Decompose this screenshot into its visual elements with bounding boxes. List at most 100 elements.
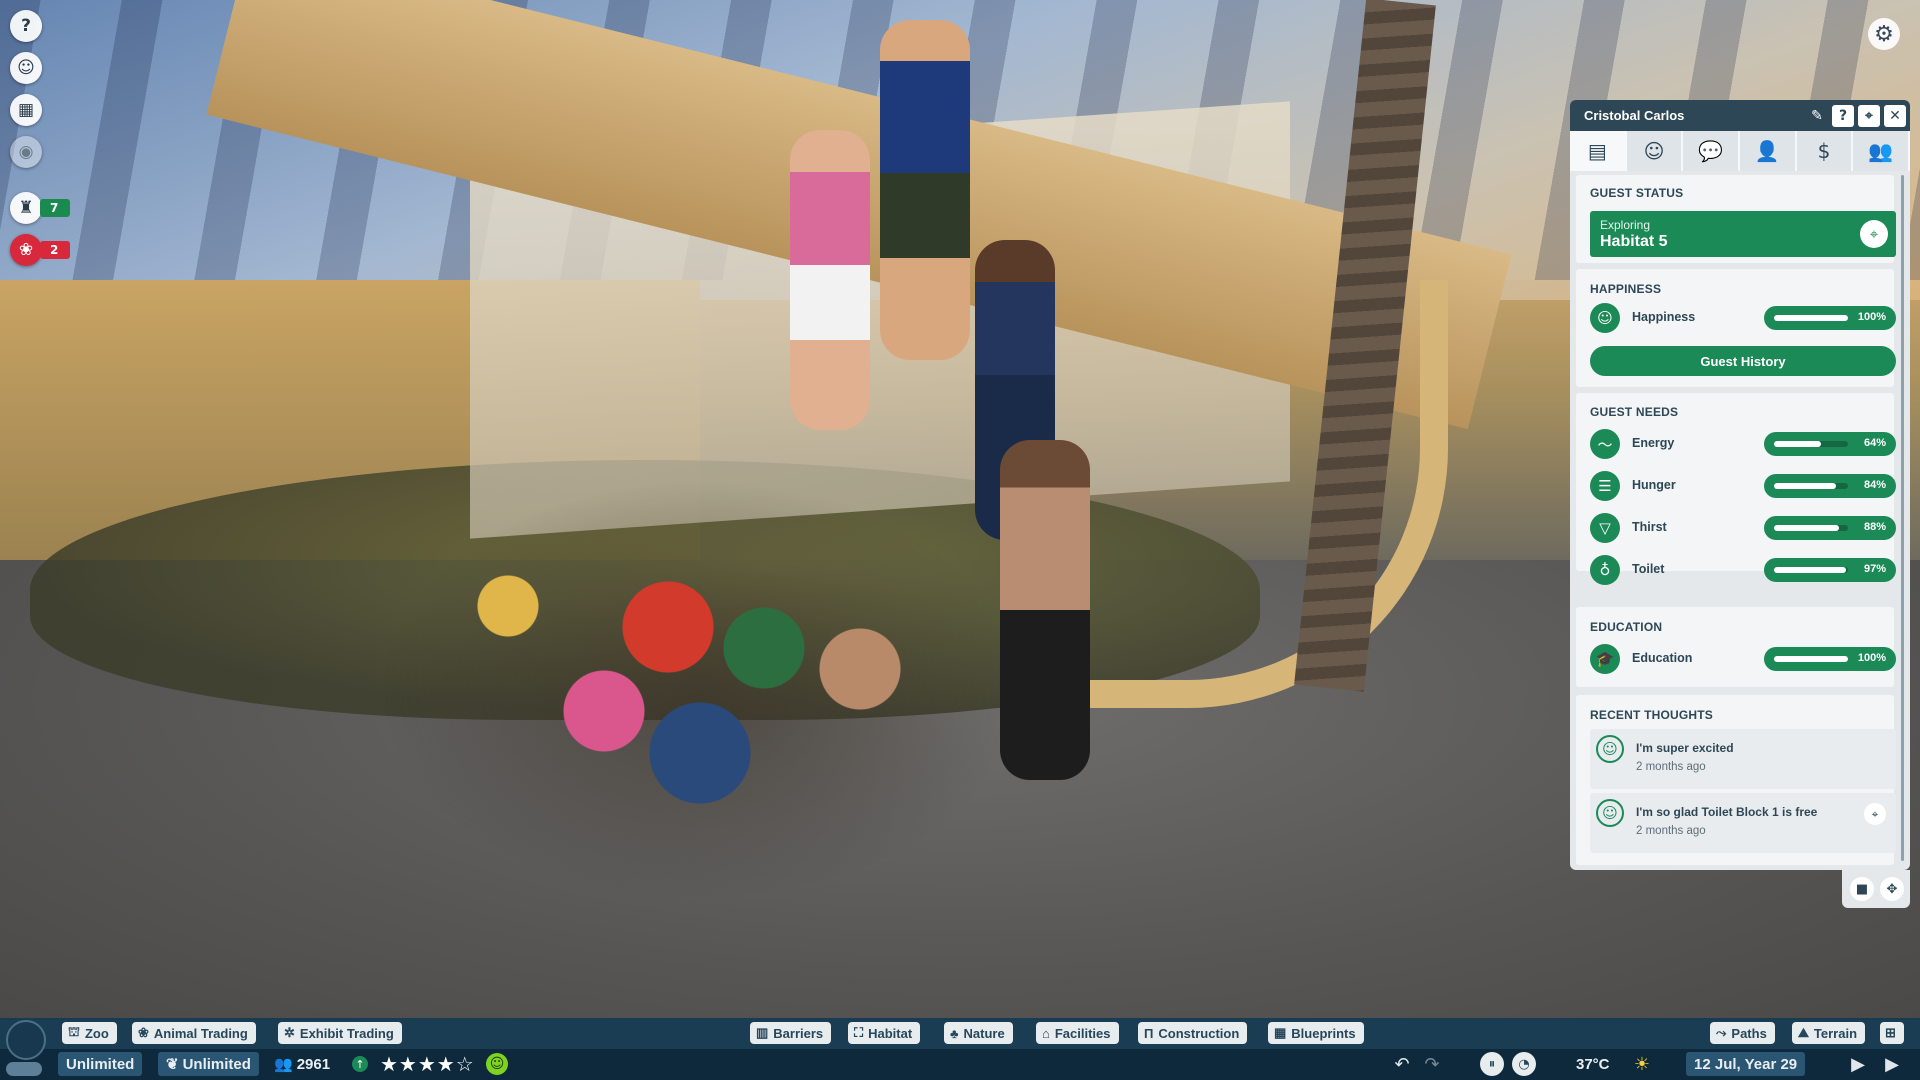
stat-label: Hunger	[1632, 478, 1676, 492]
menu-animal-trading[interactable]: ❀ Animal Trading	[132, 1022, 256, 1044]
thirst-icon: ▽	[1590, 513, 1620, 543]
tab-finances[interactable]: $	[1797, 131, 1854, 171]
money-value: Unlimited	[66, 1055, 135, 1073]
menu-label: Facilities	[1054, 1025, 1111, 1041]
guest-count-display[interactable]: 👥 2961	[274, 1052, 330, 1076]
help-button[interactable]: ?	[10, 10, 42, 42]
menu-label: Exhibit Trading	[299, 1025, 394, 1041]
tab-thoughts[interactable]: 💬	[1683, 131, 1741, 171]
thought-time: 2 months ago	[1636, 761, 1706, 773]
menu-habitat[interactable]: ⛶ Habitat	[848, 1022, 921, 1044]
schedule-button[interactable]: ▦	[10, 94, 42, 126]
menu-facilities[interactable]: ⌂ Facilities	[1036, 1022, 1119, 1044]
zookeeper-button[interactable]: ☺	[10, 52, 42, 84]
menu-construction[interactable]: Π Construction	[1138, 1022, 1248, 1044]
bar-fill	[1774, 525, 1840, 531]
close-icon: ✕	[1889, 107, 1901, 124]
zoo-rating-stars[interactable]: ★★★★☆	[380, 1052, 475, 1076]
bar-fill	[1774, 441, 1822, 447]
question-icon: ?	[1838, 107, 1848, 124]
menu-paths[interactable]: ⤳ Paths	[1710, 1022, 1775, 1044]
stat-label: Toilet	[1632, 562, 1665, 576]
settings-button[interactable]: ⚙	[1868, 18, 1900, 50]
camera-icon: ■	[1855, 881, 1869, 897]
guest-crowd[interactable]	[380, 480, 1020, 900]
spider-icon: ✲	[284, 1025, 295, 1040]
day-cycle-button[interactable]: ◔	[1512, 1052, 1536, 1076]
money-display[interactable]: Unlimited	[58, 1052, 143, 1076]
guest-happiness-smiley-icon[interactable]: ☺	[486, 1053, 508, 1075]
play-speed-button[interactable]: ▶	[1846, 1052, 1870, 1076]
tab-group[interactable]: 👥	[1853, 131, 1911, 171]
help-button[interactable]: ?	[1832, 104, 1854, 127]
thought-text: I'm super excited	[1636, 741, 1734, 755]
move-guest-button[interactable]: ✥	[1880, 877, 1904, 901]
guest-needs-section: GUEST NEEDS 〜 Energy 64% ☰ Hunger 84% ▽	[1576, 393, 1896, 585]
temperature-display: 37°C	[1576, 1052, 1610, 1076]
grid-button[interactable]: ⊞	[1880, 1022, 1904, 1044]
go-to-location-button[interactable]: ⌖	[1860, 220, 1888, 248]
redo-button[interactable]: ↷	[1420, 1052, 1444, 1076]
status-card: Exploring Habitat 5 ⌖	[1590, 211, 1896, 257]
main-menu-button[interactable]	[6, 1020, 46, 1060]
tree-icon: ♣	[950, 1025, 959, 1041]
thirst-bar: 88%	[1764, 516, 1896, 540]
tab-happiness[interactable]: ☺	[1627, 131, 1684, 171]
animal-alert-badge: 2	[40, 241, 70, 259]
star-rating: ★★★★☆	[380, 1052, 475, 1076]
blueprint-icon: ▦	[1274, 1025, 1287, 1040]
undo-button[interactable]: ↶	[1390, 1052, 1414, 1076]
guest-count-value: 2961	[296, 1055, 331, 1073]
menu-terrain[interactable]: ⛰ Terrain	[1792, 1022, 1866, 1044]
guest-info-panel: Cristobal Carlos ✎ ? ⌖ ✕ ▤ ☺ 💬 👤 $ 👥 GUE…	[1570, 100, 1911, 870]
rename-button[interactable]: ✎	[1806, 105, 1828, 127]
menu-barriers[interactable]: ▥ Barriers	[750, 1022, 832, 1044]
section-title: GUEST NEEDS	[1590, 405, 1679, 419]
staff-button[interactable]: ♜	[10, 192, 42, 224]
guest-figure[interactable]	[790, 130, 870, 430]
menu-label: Habitat	[868, 1025, 913, 1041]
menu-exhibit-trading[interactable]: ✲ Exhibit Trading	[278, 1022, 402, 1044]
menu-zoo[interactable]: ⛫ Zoo	[62, 1022, 117, 1044]
locate-button[interactable]: ⌖	[1858, 104, 1880, 127]
staff-icon: ♜	[18, 198, 34, 218]
menu-nature[interactable]: ♣ Nature	[944, 1022, 1013, 1044]
play-icon: ▶	[1851, 1053, 1865, 1075]
thought-locate-button[interactable]: ⌖	[1864, 803, 1886, 825]
location-pin-icon: ⌖	[1865, 107, 1873, 124]
close-button[interactable]: ✕	[1884, 104, 1906, 127]
tab-overview[interactable]: ▤	[1570, 131, 1627, 171]
guest-status-section: GUEST STATUS Exploring Habitat 5 ⌖	[1576, 175, 1896, 263]
grid-icon: ⊞	[1885, 1025, 1896, 1040]
animals-button[interactable]: ❀	[10, 234, 42, 266]
panel-scrollbar[interactable]	[1901, 175, 1904, 861]
thought-text: I'm so glad Toilet Block 1 is free	[1636, 805, 1818, 819]
conservation-credits-display[interactable]: ❦ Unlimited	[158, 1052, 259, 1076]
happiness-bar: 100%	[1764, 306, 1896, 330]
follow-camera-button[interactable]: ■	[1850, 877, 1874, 901]
smiley-icon: ☺	[1643, 139, 1665, 163]
building-icon: ⌂	[1042, 1025, 1050, 1041]
happiness-row: ☺ Happiness 100%	[1590, 301, 1896, 335]
menu-toggle[interactable]	[6, 1062, 42, 1076]
guest-figure[interactable]	[1000, 440, 1090, 780]
date-value: 12 Jul, Year 29	[1694, 1055, 1798, 1073]
location-pin-icon: ⌖	[1871, 806, 1879, 821]
camera-tray: ■ ✥	[1842, 870, 1910, 908]
section-title: HAPPINESS	[1590, 282, 1662, 296]
pause-button[interactable]: ⏸	[1480, 1052, 1504, 1076]
view-button[interactable]: ◉	[10, 136, 42, 168]
guest-figure[interactable]	[880, 20, 970, 360]
paw-icon: ❀	[138, 1025, 149, 1040]
tab-profile[interactable]: 👤	[1740, 131, 1797, 171]
bar-value: 64%	[1863, 437, 1886, 449]
temperature-value: 37°C	[1576, 1055, 1610, 1073]
menu-blueprints[interactable]: ▦ Blueprints	[1268, 1022, 1364, 1044]
fast-forward-button[interactable]: ▶	[1880, 1052, 1904, 1076]
toilet-icon: ♁	[1590, 555, 1620, 585]
guest-history-button[interactable]: Guest History	[1590, 346, 1896, 376]
trend-up-icon: ↑	[352, 1056, 368, 1072]
hunger-icon: ☰	[1590, 471, 1620, 501]
happiness-section: HAPPINESS ☺ Happiness 100% Guest History	[1576, 269, 1896, 387]
bar-value: 88%	[1863, 521, 1886, 533]
